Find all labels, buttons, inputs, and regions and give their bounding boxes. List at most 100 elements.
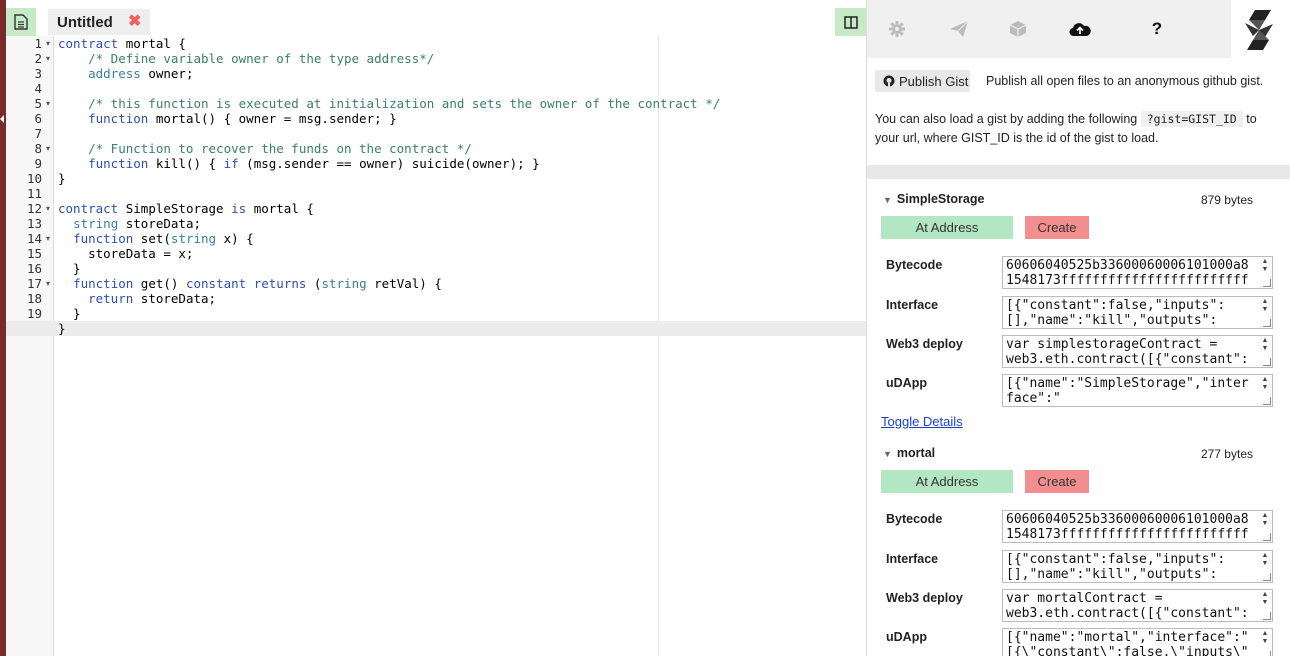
resize-grip-icon[interactable] (1263, 533, 1271, 541)
section-divider (867, 165, 1290, 179)
field-label: Interface (886, 298, 939, 312)
output-textarea[interactable]: var simplestorageContract = web3.eth.con… (1002, 335, 1273, 368)
resize-grip-icon[interactable] (1263, 612, 1271, 620)
code-line: } (58, 261, 81, 276)
resize-grip-icon[interactable] (1263, 651, 1271, 656)
contract-name: SimpleStorage (896, 192, 985, 206)
publish-gist-button[interactable]: Publish Gist (875, 70, 970, 92)
resize-grip-icon[interactable] (1263, 279, 1271, 287)
code-line: return storeData; (88, 291, 217, 306)
code-line: /* Define variable owner of the type add… (58, 51, 435, 66)
code-line: contract SimpleStorage is mortal { (58, 201, 314, 216)
line-number: 6 (34, 111, 42, 126)
create-button[interactable]: Create (1025, 216, 1089, 239)
scroll-arrows-icon[interactable]: ▲ ▼ (1260, 298, 1270, 314)
output-value: var mortalContract = web3.eth.contract([… (1006, 591, 1249, 621)
collapse-caret-icon[interactable]: ▼ (883, 195, 892, 205)
resize-grip-icon[interactable] (1263, 319, 1271, 327)
fold-arrow-icon[interactable]: ▾ (46, 231, 50, 246)
scroll-arrows-icon[interactable]: ▲ ▼ (1260, 512, 1270, 528)
scroll-arrows-icon[interactable]: ▲ ▼ (1260, 258, 1270, 274)
toggle-details-link[interactable]: Toggle Details (881, 414, 963, 429)
paper-plane-icon[interactable] (947, 18, 971, 40)
fold-arrow-icon[interactable]: ▾ (46, 201, 50, 216)
publish-gist-label: Publish Gist (899, 73, 969, 89)
field-label: Interface (886, 552, 939, 566)
line-number: 19 (26, 306, 42, 321)
scroll-arrows-icon[interactable]: ▲ ▼ (1260, 591, 1270, 607)
help-icon[interactable]: ? (1145, 18, 1169, 40)
output-textarea[interactable]: [{"name":"mortal","interface":" [{\"cons… (1002, 628, 1273, 656)
create-button[interactable]: Create (1025, 470, 1089, 493)
line-number: 1 (34, 36, 42, 51)
scroll-arrows-icon[interactable]: ▲ ▼ (1260, 376, 1270, 392)
line-number: 8 (34, 141, 42, 156)
cloud-upload-icon[interactable] (1068, 18, 1092, 40)
scroll-arrows-icon[interactable]: ▲ ▼ (1260, 337, 1270, 353)
line-number: 7 (34, 126, 42, 141)
code-line: /* Function to recover the funds on the … (58, 141, 472, 156)
code-editor[interactable]: contract mortal { /* Define variable own… (54, 36, 866, 656)
cube-icon[interactable] (1006, 18, 1030, 40)
output-value: var simplestorageContract = web3.eth.con… (1006, 337, 1249, 367)
editor-pane: Untitled ✖ 1 ▾ 2 ▾ 3 4 5 ▾ 6 7 8 ▾ 9 10 11 12 ▾ 13 14 ▾ 15 16… (6, 0, 866, 656)
github-icon (883, 75, 895, 87)
at-address-button[interactable]: At Address (881, 216, 1013, 239)
output-textarea[interactable]: 60606040525b33600060006101000a8 1548173f… (1002, 510, 1273, 543)
output-textarea[interactable]: [{"name":"SimpleStorage","inter face":" ▲… (1002, 374, 1273, 407)
at-address-button[interactable]: At Address (881, 470, 1013, 493)
line-number: 11 (26, 186, 42, 201)
scroll-arrows-icon[interactable]: ▲ ▼ (1260, 552, 1270, 568)
output-value: [{"constant":false,"inputs": [],"name":"… (1006, 552, 1226, 582)
file-icon (14, 14, 28, 30)
output-value: 60606040525b33600060006101000a8 1548173f… (1006, 512, 1249, 542)
fold-arrow-icon[interactable]: ▾ (46, 51, 50, 66)
code-line: string storeData; (73, 216, 202, 231)
resize-grip-icon[interactable] (1263, 358, 1271, 366)
fold-arrow-icon[interactable]: ▾ (46, 141, 50, 156)
line-number: 18 (26, 291, 42, 306)
fold-arrow-icon[interactable]: ▾ (46, 36, 50, 51)
fold-arrow-icon[interactable]: ▾ (46, 276, 50, 291)
scroll-arrows-icon[interactable]: ▲ ▼ (1260, 630, 1270, 646)
gear-icon[interactable] (885, 18, 909, 40)
line-number: 10 (26, 171, 42, 186)
output-value: [{"name":"SimpleStorage","inter face":" (1006, 376, 1249, 406)
code-line: contract mortal { (58, 36, 186, 51)
resize-grip-icon[interactable] (1263, 397, 1271, 405)
collapse-arrow-icon[interactable] (0, 115, 4, 123)
code-line: function get() constant returns (string … (73, 276, 442, 291)
output-textarea[interactable]: 60606040525b33600060006101000a8 1548173f… (1002, 256, 1273, 289)
toggle-panel-button[interactable] (835, 8, 866, 36)
gist-param-code: ?gist=GIST_ID (1140, 111, 1243, 127)
field-label: Web3 deploy (886, 337, 963, 351)
collapse-caret-icon[interactable]: ▼ (883, 449, 892, 459)
line-number: 2 (34, 51, 42, 66)
code-line: /* this function is executed at initiali… (58, 96, 721, 111)
line-number-gutter: 1▾2▾345▾678▾9101112▾1314▾151617▾181920 (6, 36, 54, 656)
code-line: } (58, 306, 81, 321)
resize-grip-icon[interactable] (1263, 573, 1271, 581)
fold-arrow-icon[interactable]: ▾ (46, 96, 50, 111)
contract-name: mortal (896, 446, 936, 460)
line-number: 5 (34, 96, 42, 111)
solidity-logo (1245, 10, 1275, 50)
output-textarea[interactable]: [{"constant":false,"inputs": [],"name":"… (1002, 296, 1273, 329)
field-label: Bytecode (886, 258, 943, 272)
contract-title[interactable]: ▼ mortal (883, 446, 935, 460)
line-number: 14 (26, 231, 42, 246)
output-textarea[interactable]: [{"constant":false,"inputs": [],"name":"… (1002, 550, 1273, 583)
tab-untitled[interactable]: Untitled ✖ (48, 9, 150, 35)
output-value: [{"constant":false,"inputs": [],"name":"… (1006, 298, 1226, 328)
field-label: Bytecode (886, 512, 943, 526)
gist-info-pre: You can also load a gist by adding the f… (875, 112, 1138, 126)
close-icon[interactable]: ✖ (128, 12, 141, 32)
columns-icon (843, 15, 858, 29)
contract-title[interactable]: ▼ SimpleStorage (883, 192, 984, 206)
files-button[interactable] (6, 8, 36, 36)
output-textarea[interactable]: var mortalContract = web3.eth.contract([… (1002, 589, 1273, 622)
code-line: function set(string x) { (73, 231, 254, 246)
field-label: uDApp (886, 630, 927, 644)
code-line: address owner; (88, 66, 194, 81)
code-line: } (58, 321, 66, 336)
